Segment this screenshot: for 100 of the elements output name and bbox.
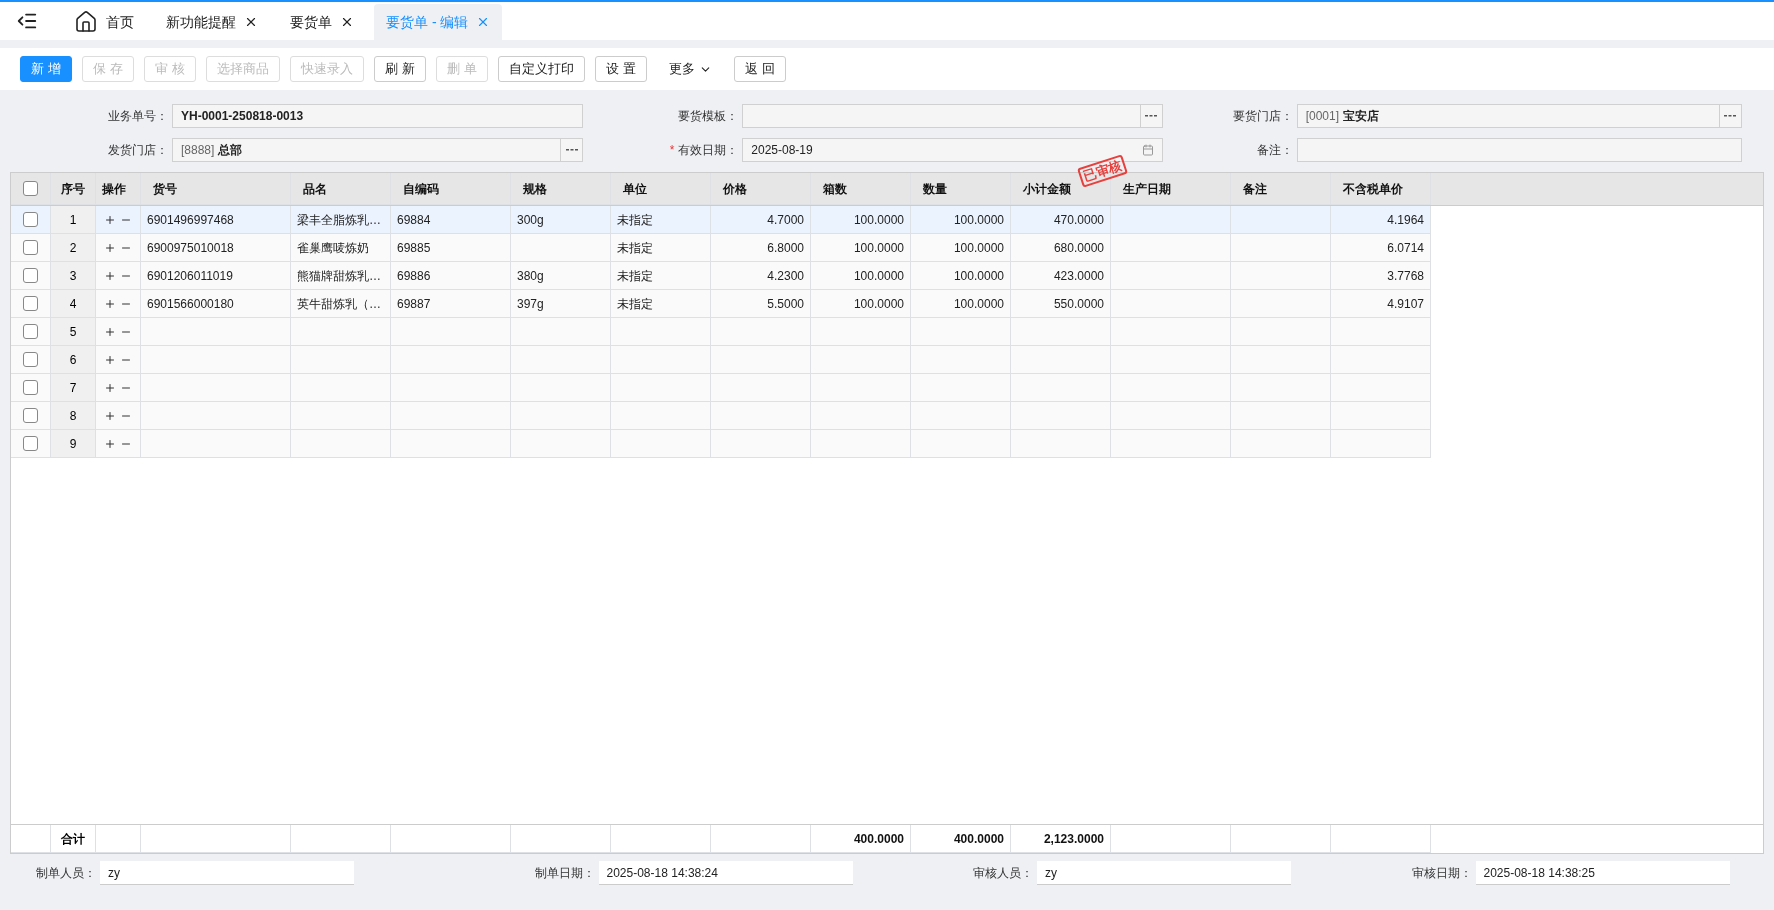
table-cell-text: 380g xyxy=(517,267,544,285)
field-label: 审核日期： xyxy=(1410,865,1473,882)
plus-icon[interactable] xyxy=(104,213,116,226)
checkbox[interactable] xyxy=(23,181,38,196)
checkbox[interactable] xyxy=(23,240,38,255)
table-row[interactable]: 4 6901566000180 英牛甜炼乳（… 69887 397g 未指定 5.5000 100.0000 100.0000 550.0000 4.9107 xyxy=(11,290,1431,318)
column-header: 备注 xyxy=(1231,173,1331,205)
calendar-icon xyxy=(1141,144,1154,156)
column-header: 价格 xyxy=(711,173,811,205)
toolbar-button[interactable]: 自定义打印 xyxy=(498,56,585,82)
field-label: 要货门店： xyxy=(1232,108,1293,125)
checkbox[interactable] xyxy=(23,436,38,451)
checkbox[interactable] xyxy=(23,380,38,395)
plus-icon[interactable] xyxy=(104,437,116,450)
form-field[interactable] xyxy=(742,104,1163,128)
checkbox[interactable] xyxy=(23,268,38,283)
table-row[interactable]: 3 6901206011019 熊猫牌甜炼乳… 69886 380g 未指定 4.2300 100.0000 100.0000 423.0000 3.7768 xyxy=(11,262,1431,290)
table-row[interactable]: 7 xyxy=(11,374,1431,402)
plus-icon[interactable] xyxy=(104,325,116,338)
toolbar-button[interactable]: 设 置 xyxy=(595,56,647,82)
form-field[interactable]: 2025-08-18 14:38:24 xyxy=(598,861,853,885)
table-cell-text: 69886 xyxy=(397,267,431,285)
form-field[interactable]: YH-0001-250818-0013 xyxy=(172,104,584,128)
total-label: 合计 xyxy=(61,830,85,848)
form-field[interactable]: [0001] 宝安店 xyxy=(1296,104,1742,128)
checkbox[interactable] xyxy=(23,212,38,227)
checkbox[interactable] xyxy=(23,352,38,367)
table-cell-text: 梁丰全脂炼乳… xyxy=(297,211,381,229)
table-cell-text: 未指定 xyxy=(617,211,653,229)
field-label: 制单日期： xyxy=(533,865,596,882)
field-label: 业务单号： xyxy=(108,108,168,125)
column-header: 序号 xyxy=(51,173,96,205)
row-number: 4 xyxy=(51,290,96,318)
required-mark: * xyxy=(669,142,675,159)
home-icon xyxy=(74,10,98,34)
table-row[interactable]: 1 6901496997468 梁丰全脂炼乳… 69884 300g 未指定 4.7000 100.0000 100.0000 470.0000 4.1964 xyxy=(11,206,1431,234)
column-header: 品名 xyxy=(291,173,391,205)
table-cell-text: 6901206011019 xyxy=(147,267,233,285)
more-button[interactable]: 更多 xyxy=(657,56,724,82)
table-cell-text: 470.0000 xyxy=(1053,211,1104,229)
plus-icon[interactable] xyxy=(104,241,116,254)
table-cell-text: 69884 xyxy=(397,211,431,229)
plus-icon[interactable] xyxy=(104,269,116,282)
plus-icon[interactable] xyxy=(104,297,116,310)
checkbox[interactable] xyxy=(23,296,38,311)
field-label: 发货门店： xyxy=(108,142,168,159)
form-field[interactable] xyxy=(1296,138,1742,162)
tab[interactable]: 要货单 xyxy=(278,4,366,40)
column-header: 不含税单价 xyxy=(1331,173,1431,205)
row-number: 2 xyxy=(51,234,96,262)
table-cell-text: 未指定 xyxy=(617,295,653,313)
field-label: 有效日期： xyxy=(678,142,739,159)
table-cell-text: 100.0000 xyxy=(953,267,1004,285)
table-cell-text: 100.0000 xyxy=(853,295,904,313)
table-row[interactable]: 6 xyxy=(11,346,1431,374)
form-field[interactable]: zy xyxy=(100,861,354,885)
table-cell-text: 4.2300 xyxy=(767,267,804,285)
table-row[interactable]: 8 xyxy=(11,402,1431,430)
form-field[interactable]: zy xyxy=(1037,861,1291,885)
table-cell-text: 397g xyxy=(517,295,544,313)
plus-icon[interactable] xyxy=(104,353,116,366)
toolbar-button[interactable]: 返 回 xyxy=(734,56,786,82)
table-cell-text: 未指定 xyxy=(617,239,653,257)
toolbar-button[interactable]: 刷 新 xyxy=(374,56,426,82)
table-row[interactable]: 2 6900975010018 雀巢鹰唛炼奶 69885 未指定 6.8000 100.0000 100.0000 680.0000 6.0714 xyxy=(11,234,1431,262)
close-icon xyxy=(244,15,258,29)
table-cell-text: 423.0000 xyxy=(1053,267,1104,285)
table-row[interactable]: 9 xyxy=(11,430,1431,458)
column-header: 操作 xyxy=(96,173,141,205)
table-cell-text: 100.0000 xyxy=(953,295,1004,313)
plus-icon[interactable] xyxy=(104,409,116,422)
row-number: 7 xyxy=(51,374,96,402)
row-number: 1 xyxy=(51,206,96,234)
table-cell-text: 未指定 xyxy=(617,267,653,285)
row-number: 6 xyxy=(51,346,96,374)
tab[interactable]: 首页 xyxy=(62,4,146,40)
row-number: 3 xyxy=(51,262,96,290)
table-cell-text: 100.0000 xyxy=(953,239,1004,257)
plus-icon[interactable] xyxy=(104,381,116,394)
column-header: 数量 xyxy=(911,173,1011,205)
table-cell-text: 3.7768 xyxy=(1387,267,1424,285)
table-cell-text: 熊猫牌甜炼乳… xyxy=(297,267,381,285)
column-header: 规格 xyxy=(511,173,611,205)
column-header: 生产日期 xyxy=(1111,173,1231,205)
form-field[interactable]: 2025-08-18 14:38:25 xyxy=(1475,861,1730,885)
checkbox[interactable] xyxy=(23,408,38,423)
table-cell-text: 69885 xyxy=(397,239,431,257)
total-cell-text: 400.0000 xyxy=(853,830,904,848)
row-number: 9 xyxy=(51,430,96,458)
checkbox[interactable] xyxy=(23,324,38,339)
table-cell-text: 100.0000 xyxy=(953,211,1004,229)
table-cell-text: 100.0000 xyxy=(853,239,904,257)
field-label: 制单人员： xyxy=(35,865,97,882)
form-field[interactable]: [8888] 总部 xyxy=(172,138,584,162)
column-header: 箱数 xyxy=(811,173,911,205)
tab[interactable]: 新功能提醒 xyxy=(154,4,270,40)
column-header: 货号 xyxy=(141,173,291,205)
table-cell-text: 69887 xyxy=(397,295,431,313)
table-row[interactable]: 5 xyxy=(11,318,1431,346)
field-label: 备注： xyxy=(1256,142,1293,159)
